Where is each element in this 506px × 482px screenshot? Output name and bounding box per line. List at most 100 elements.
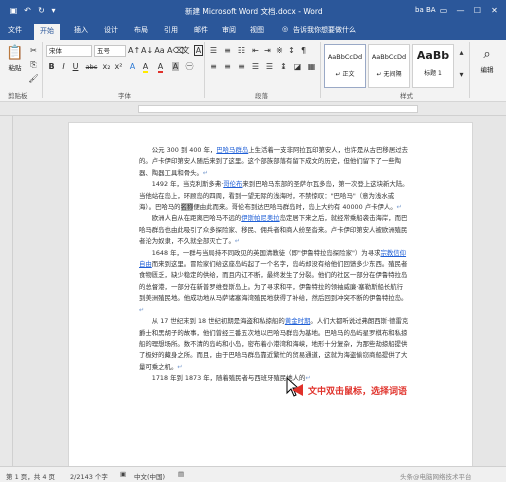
bold-button[interactable]: B [46,62,57,72]
tell-me-input[interactable]: 告诉我你想要做什么 [293,25,356,35]
font-size-select[interactable]: 五号 [94,45,126,57]
increase-indent-icon[interactable]: ⇥ [262,46,273,56]
clipboard-group-label: 剪贴板 [8,92,28,100]
ribbon-display-icon[interactable]: ▭ [438,6,449,16]
shrink-font-icon[interactable]: A↓ [141,46,153,56]
paragraph-mark-icon: ↵ [234,237,241,246]
borders-icon[interactable]: ▦ [306,62,317,72]
tab-review[interactable]: 审阅 [222,25,236,35]
divider [320,42,321,98]
highlight-button[interactable]: A [140,62,151,73]
style-no-spacing[interactable]: AaBbCcDd ↵ 无间隔 [368,44,410,88]
styles-more-icon[interactable]: ▾ [456,70,467,80]
proofing-icon[interactable]: ▣ [120,470,126,478]
tab-mailings[interactable]: 邮件 [194,25,208,35]
page-count[interactable]: 第 1 页，共 4 页 [6,471,55,481]
phonetic-icon[interactable]: 文 [180,46,191,56]
maximize-button[interactable]: ☐ [472,6,483,16]
subscript-button[interactable]: x₂ [101,62,112,72]
close-button[interactable]: ✕ [489,6,500,16]
superscript-button[interactable]: x² [113,62,124,72]
italic-button[interactable]: I [58,62,69,72]
document-body[interactable]: 公元 300 到 400 年，巴哈马群岛上生活着一支非阿拉瓦印第安人，也许是从古… [139,145,409,385]
divider [469,42,470,98]
hyperlink-text[interactable]: 伊斯帕尼奥拉 [241,214,279,222]
shading-icon[interactable]: ◪ [292,62,303,72]
title-bar: ▣ ↶ ↻ ▾ 新建 Microsoft Word 文档.docx - Word… [0,0,506,22]
style-name: 标题 1 [424,70,442,77]
save-icon[interactable]: ▣ [8,6,19,16]
user-name[interactable]: ba BA [415,6,436,14]
paragraph[interactable]: 从 17 世纪末到 18 世纪初期是海盗和私掠船的黄金时期。人们大都听说过弗朗西… [139,316,409,373]
line-spacing-icon[interactable]: ↨ [278,62,289,72]
multilevel-list-icon[interactable]: ☷ [236,46,247,56]
word-count[interactable]: 2/2143 个字 [70,471,108,481]
paragraph-text: 欧洲人自从在距离巴哈马不远的 [151,214,242,223]
grow-font-icon[interactable]: A↑ [128,46,140,56]
distributed-icon[interactable]: ☰ [264,62,275,72]
tab-layout[interactable]: 布局 [134,25,148,35]
font-color-button[interactable]: A [155,62,166,73]
char-border-icon[interactable]: A [193,45,204,56]
divider [204,42,205,98]
clear-format-icon[interactable]: A⌫ [167,46,184,56]
status-bar: 第 1 页，共 4 页 2/2143 个字 ▣ 中文(中国) ▤ 头条@电脑网络… [0,466,506,482]
align-center-icon[interactable]: ≡ [222,62,233,72]
styles-scroll-icon[interactable]: ▴ [456,48,467,58]
font-size-value: 五号 [97,47,110,55]
justify-icon[interactable]: ☰ [250,62,261,72]
align-right-icon[interactable]: ≡ [236,62,247,72]
bullets-icon[interactable]: ☰ [208,46,219,56]
font-name-select[interactable]: 宋体 [46,45,92,57]
tab-references[interactable]: 引用 [164,25,178,35]
paragraph[interactable]: 1648 年，一群与当局持不同政见的英国清教徒（即"伊鲁特拉岛探险家"）为寻求宗… [139,248,409,316]
text-effects-icon[interactable]: A [127,62,138,72]
editing-button[interactable]: ⌕ 编辑 [472,46,502,74]
document-page[interactable]: 公元 300 到 400 年，巴哈马群岛上生活着一支非阿拉瓦印第安人，也许是从古… [68,122,473,472]
align-left-icon[interactable]: ≡ [208,62,219,72]
char-shading-button[interactable]: A [170,62,181,72]
style-heading-1[interactable]: AaBb 标题 1 [412,44,454,88]
paragraph[interactable]: 公元 300 到 400 年，巴哈马群岛上生活着一支非阿拉瓦印第安人，也许是从古… [139,145,409,179]
style-normal[interactable]: AaBbCcDd ↵ 正文 [324,44,366,88]
paragraph[interactable]: 欧洲人自从在距离巴哈马不远的伊斯帕尼奥拉岛定居下来之后，就经常乘船袭击海岸，而巴… [139,213,409,247]
tab-design[interactable]: 设计 [104,25,118,35]
hyperlink-text[interactable]: 黄金时期 [285,317,311,325]
paragraph-mark-icon: ↵ [139,305,145,314]
decrease-indent-icon[interactable]: ⇤ [250,46,261,56]
tab-insert[interactable]: 插入 [74,25,88,35]
tab-home[interactable]: 开始 [34,24,60,40]
strikethrough-button[interactable]: abc [84,62,99,72]
paragraph-text: 从 17 世纪末到 18 世纪初期是海盗和私掠船的 [151,317,285,326]
change-case-icon[interactable]: Aa [154,46,165,56]
document-workspace: 公元 300 到 400 年，巴哈马群岛上生活着一支非阿拉瓦印第安人，也许是从古… [0,116,506,472]
paragraph[interactable]: 1492 年，当克利斯多弗·哥伦布来到巴哈马东部的圣萨尔瓦多岛，第一次登上这块新… [139,179,409,213]
horizontal-ruler[interactable] [0,102,506,116]
minimize-button[interactable]: — [455,6,466,16]
selected-word[interactable]: 名称 [180,203,194,212]
char-shading-letter: A [171,62,180,71]
undo-icon[interactable]: ↶ [22,6,33,16]
numbering-icon[interactable]: ≡ [222,46,233,56]
hyperlink-text[interactable]: 巴哈马群岛 [216,146,248,154]
style-preview: AaBbCcDd [371,53,407,61]
styles-group-label: 样式 [400,92,413,100]
redo-icon[interactable]: ↻ [36,6,47,16]
copy-icon[interactable]: ⎘ [28,60,39,70]
sort-icon[interactable]: ↕ [286,46,297,56]
editing-label: 编辑 [480,66,494,74]
vertical-ruler[interactable] [0,116,13,466]
tab-file[interactable]: 文件 [8,25,22,35]
format-painter-icon[interactable]: 🖌 [28,74,39,84]
underline-button[interactable]: U [70,62,81,72]
show-marks-icon[interactable]: ¶ [298,46,309,56]
tab-view[interactable]: 视图 [250,25,264,35]
chinese-layout-icon[interactable]: ※ [274,46,285,56]
macro-icon[interactable]: ▤ [178,470,184,478]
paste-button[interactable]: 📋 粘贴 [4,44,26,84]
language[interactable]: 中文(中国) [134,471,165,481]
quick-access-more-icon[interactable]: ▾ [48,6,59,16]
hyperlink-text[interactable]: 哥伦布 [223,180,242,188]
cut-icon[interactable]: ✂ [28,46,39,56]
enclose-char-icon[interactable]: ㊀ [184,62,195,72]
